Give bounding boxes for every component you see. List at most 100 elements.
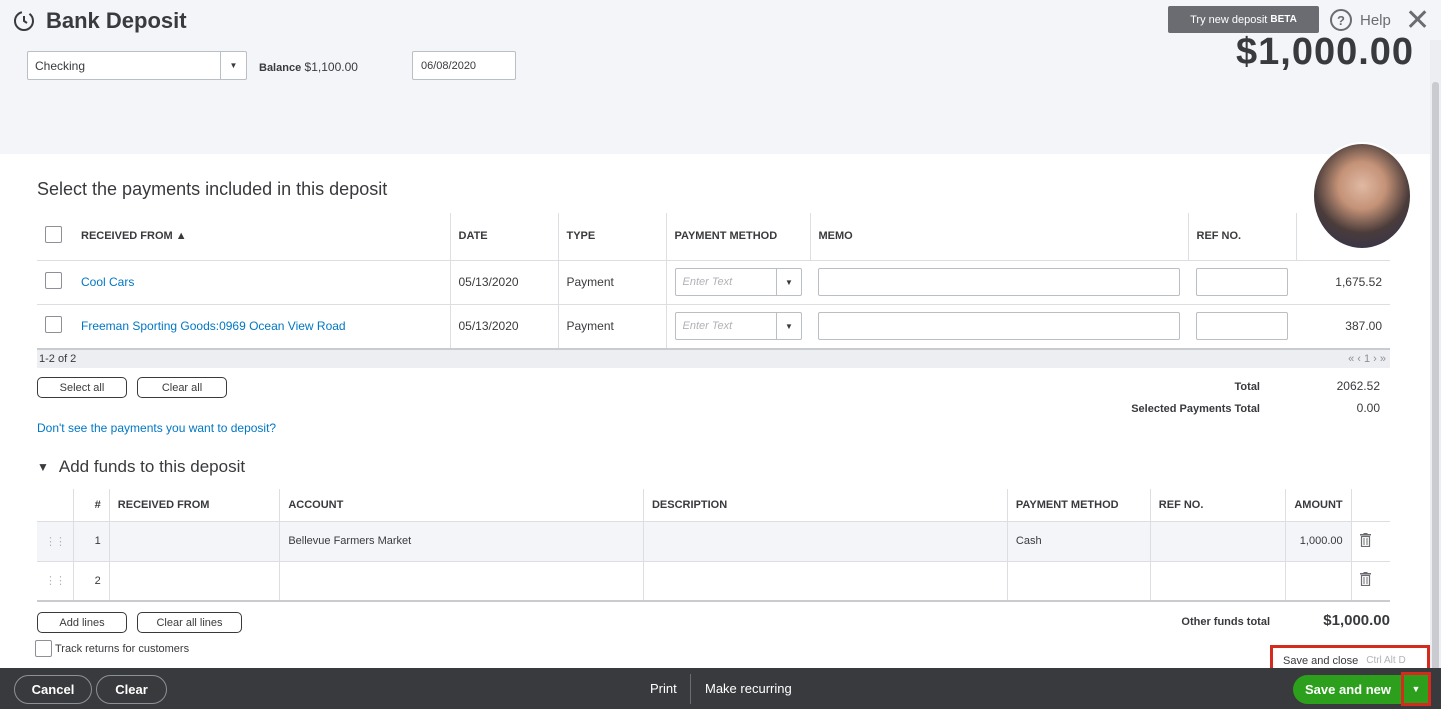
collapse-triangle-icon: ▼ <box>37 460 49 474</box>
balance-label: Balance <box>259 62 302 74</box>
fund-description[interactable] <box>642 561 1008 602</box>
track-returns-checkbox[interactable] <box>35 640 52 657</box>
fund-ref-no[interactable] <box>1149 561 1286 602</box>
funds-row: ⋮⋮ 1 Bellevue Farmers Market Cash 1,000.… <box>37 521 1390 562</box>
row-checkbox-cell <box>37 260 73 305</box>
col-type[interactable]: TYPE <box>557 213 666 261</box>
select-all-checkbox[interactable] <box>45 226 62 244</box>
ref-no-input[interactable] <box>1196 268 1288 296</box>
payment-method-placeholder: Enter Text <box>682 276 733 288</box>
payment-amount: 1,675.52 <box>1296 260 1390 305</box>
row-checkbox[interactable] <box>45 272 62 289</box>
account-select[interactable]: Checking ▼ <box>27 51 247 80</box>
select-all-checkbox-cell <box>37 213 73 261</box>
payments-header-row: RECEIVED FROM ▲ DATE TYPE PAYMENT METHOD… <box>37 213 1390 261</box>
title-wrap: Bank Deposit <box>12 8 187 34</box>
col-payment-method: PAYMENT METHOD <box>1006 489 1151 522</box>
fund-account[interactable]: Bellevue Farmers Market <box>279 521 644 562</box>
track-returns: Track returns for customers <box>35 640 189 657</box>
memo-input[interactable] <box>818 268 1180 296</box>
save-and-close-shortcut: Ctrl Alt D <box>1366 655 1406 666</box>
clear-button[interactable]: Clear <box>96 675 167 704</box>
funds-table: # RECEIVED FROM ACCOUNT DESCRIPTION PAYM… <box>37 489 1390 602</box>
select-all-button[interactable]: Select all <box>37 377 127 398</box>
fund-received-from[interactable] <box>108 561 280 602</box>
payment-date: 05/13/2020 <box>449 260 558 305</box>
scrollbar[interactable] <box>1430 40 1441 672</box>
pager-count: 1-2 of 2 <box>39 353 77 365</box>
fund-description[interactable] <box>642 521 1008 562</box>
col-received-from[interactable]: RECEIVED FROM ▲ <box>73 213 450 261</box>
drag-handle-icon[interactable]: ⋮⋮ <box>37 561 74 602</box>
print-button[interactable]: Print <box>650 681 677 696</box>
track-returns-label: Track returns for customers <box>55 642 190 655</box>
scrollbar-thumb[interactable] <box>1432 82 1439 672</box>
make-recurring-button[interactable]: Make recurring <box>705 681 792 696</box>
col-memo[interactable]: MEMO <box>809 213 1188 261</box>
fund-ref-no[interactable] <box>1149 521 1286 562</box>
payment-amount: 387.00 <box>1296 304 1390 349</box>
add-funds-toggle[interactable]: ▼ Add funds to this deposit <box>37 457 245 477</box>
try-new-deposit-label: Try new deposit <box>1190 13 1268 26</box>
received-from-link[interactable]: Freeman Sporting Goods:0969 Ocean View R… <box>73 304 450 349</box>
payment-method-cell: Enter Text ▼ <box>665 304 810 349</box>
trash-icon[interactable] <box>1359 532 1371 547</box>
payment-date: 05/13/2020 <box>449 304 558 349</box>
total-value: 2062.52 <box>1336 379 1380 393</box>
footer-divider <box>690 674 691 704</box>
col-received-from: RECEIVED FROM <box>108 489 280 522</box>
footer: Cancel Clear Print Make recurring Save a… <box>0 668 1441 709</box>
memo-input[interactable] <box>818 312 1180 340</box>
clear-all-button[interactable]: Clear all <box>137 377 227 398</box>
recent-transactions-icon[interactable] <box>12 9 36 33</box>
pager-nav[interactable]: « ‹ 1 › » <box>1348 353 1386 365</box>
chevron-down-icon[interactable]: ▼ <box>776 269 801 295</box>
col-amount: AMOUNT <box>1285 489 1352 522</box>
col-account: ACCOUNT <box>279 489 644 522</box>
col-payment-method[interactable]: PAYMENT METHOD <box>665 213 810 261</box>
balance-value: $1,100.00 <box>304 60 358 74</box>
memo-cell <box>810 260 1188 305</box>
fund-payment-method[interactable] <box>1006 561 1151 602</box>
fund-amount[interactable] <box>1285 561 1352 602</box>
row-checkbox[interactable] <box>45 316 62 333</box>
grip-col <box>37 489 74 522</box>
help-label: Help <box>1360 11 1391 29</box>
fund-amount[interactable]: 1,000.00 <box>1285 521 1352 562</box>
row-checkbox-cell <box>37 304 73 349</box>
cancel-button[interactable]: Cancel <box>14 675 92 704</box>
add-lines-button[interactable]: Add lines <box>37 612 127 633</box>
col-ref-no[interactable]: REF NO. <box>1187 213 1296 261</box>
clear-all-lines-button[interactable]: Clear all lines <box>137 612 242 633</box>
save-and-new-button[interactable]: Save and new <box>1293 675 1403 704</box>
table-row: Freeman Sporting Goods:0969 Ocean View R… <box>37 304 1390 349</box>
chevron-down-icon[interactable]: ▼ <box>220 52 246 79</box>
memo-cell <box>810 304 1188 349</box>
trash-icon[interactable] <box>1359 572 1371 587</box>
payment-method-input[interactable]: Enter Text ▼ <box>674 268 802 296</box>
dont-see-payments-link[interactable]: Don't see the payments you want to depos… <box>37 421 276 435</box>
total-label: Total <box>1234 381 1260 393</box>
save-and-close-label: Save and close <box>1283 654 1359 667</box>
ref-no-cell <box>1188 304 1296 349</box>
payment-type: Payment <box>557 260 666 305</box>
col-ref-no: REF NO. <box>1149 489 1286 522</box>
selected-payments-total-value: 0.00 <box>1356 401 1380 415</box>
account-value: Checking <box>35 58 86 73</box>
fund-payment-method[interactable]: Cash <box>1006 521 1151 562</box>
line-number: 2 <box>73 561 110 602</box>
received-from-link[interactable]: Cool Cars <box>73 260 450 305</box>
payments-table: RECEIVED FROM ▲ DATE TYPE PAYMENT METHOD… <box>37 213 1390 349</box>
save-options-chevron-down-icon[interactable]: ▼ <box>1401 672 1431 706</box>
beta-tag: BETA <box>1270 14 1297 25</box>
col-line-number: # <box>73 489 110 522</box>
deposit-date-input[interactable]: 06/08/2020 <box>412 51 516 80</box>
payment-method-input[interactable]: Enter Text ▼ <box>674 312 802 340</box>
ref-no-cell <box>1188 260 1296 305</box>
col-date[interactable]: DATE <box>449 213 558 261</box>
ref-no-input[interactable] <box>1196 312 1288 340</box>
drag-handle-icon[interactable]: ⋮⋮ <box>37 521 74 562</box>
chevron-down-icon[interactable]: ▼ <box>776 313 801 339</box>
fund-account[interactable] <box>279 561 644 602</box>
fund-received-from[interactable] <box>108 521 280 562</box>
